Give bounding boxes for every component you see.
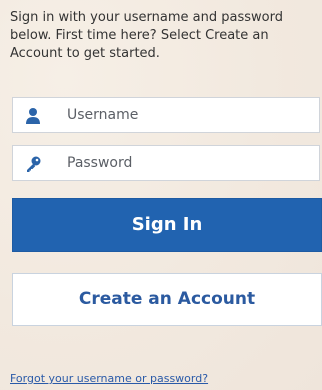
password-field[interactable] [12, 145, 320, 181]
intro-text: Sign in with your username and password … [10, 10, 283, 61]
sign-in-button[interactable]: Sign In [12, 198, 322, 252]
forgot-credentials-link[interactable]: Forgot your username or password? [10, 372, 208, 385]
create-account-button[interactable]: Create an Account [12, 273, 322, 326]
key-icon [24, 155, 42, 173]
password-input[interactable] [67, 146, 311, 180]
username-input[interactable] [67, 98, 311, 132]
user-icon [24, 107, 42, 125]
username-field[interactable] [12, 97, 320, 133]
